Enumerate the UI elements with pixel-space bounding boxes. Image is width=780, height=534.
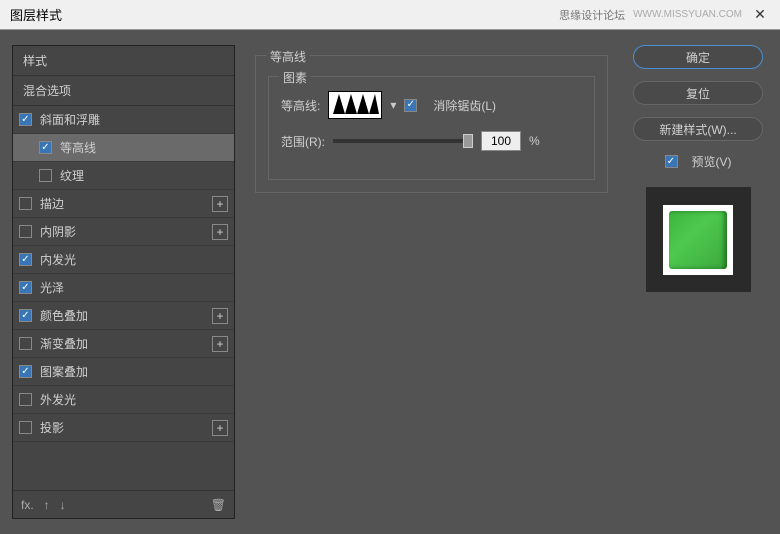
checkbox-icon[interactable] [39, 141, 52, 154]
range-input[interactable] [481, 131, 521, 151]
plus-icon[interactable]: + [212, 420, 228, 436]
item-inner-glow[interactable]: 内发光 [13, 246, 234, 274]
item-label: 图案叠加 [40, 363, 88, 380]
contour-group: 等高线 图素 等高线: ▾ 消除锯齿(L) 范围(R): % [255, 55, 608, 193]
item-label: 内发光 [40, 251, 76, 268]
item-label: 投影 [40, 419, 64, 436]
contour-picker[interactable] [328, 91, 382, 119]
watermark-url: WWW.MISSYUAN.COM [633, 9, 742, 20]
item-label: 描边 [40, 195, 64, 212]
styles-panel: 样式 混合选项 斜面和浮雕 等高线 纹理 描边 + 内阴影 + 内发光 光泽 颜色叠… [12, 45, 235, 519]
fx-label[interactable]: fx. [21, 498, 34, 512]
dropdown-icon[interactable]: ▾ [390, 98, 396, 112]
item-drop-shadow[interactable]: 投影 + [13, 414, 234, 442]
styles-header[interactable]: 样式 [13, 46, 234, 76]
item-texture[interactable]: 纹理 [13, 162, 234, 190]
antialias-label: 消除锯齿(L) [433, 97, 496, 114]
range-slider[interactable] [333, 139, 473, 143]
trash-icon[interactable]: 🗑 [211, 498, 226, 512]
group-title: 等高线 [266, 48, 310, 65]
range-label: 范围(R): [281, 133, 325, 150]
item-inner-shadow[interactable]: 内阴影 + [13, 218, 234, 246]
item-label: 外发光 [40, 391, 76, 408]
panel-footer: fx. ↑ ↓ 🗑 [13, 490, 234, 518]
reset-button[interactable]: 复位 [633, 81, 763, 105]
item-label: 纹理 [60, 167, 84, 184]
item-pattern-overlay[interactable]: 图案叠加 [13, 358, 234, 386]
item-label: 渐变叠加 [40, 335, 88, 352]
watermark-text: 思缘设计论坛 [559, 7, 625, 23]
plus-icon[interactable]: + [212, 308, 228, 324]
blend-options-header[interactable]: 混合选项 [13, 76, 234, 106]
item-label: 颜色叠加 [40, 307, 88, 324]
checkbox-icon[interactable] [19, 113, 32, 126]
checkbox-icon[interactable] [19, 309, 32, 322]
item-color-overlay[interactable]: 颜色叠加 + [13, 302, 234, 330]
style-list: 斜面和浮雕 等高线 纹理 描边 + 内阴影 + 内发光 光泽 颜色叠加 + 渐变叠加 +… [13, 106, 234, 490]
preview-checkbox[interactable] [665, 155, 678, 168]
slider-thumb-icon[interactable] [463, 134, 473, 148]
antialias-checkbox[interactable] [404, 99, 417, 112]
preview-label: 预览(V) [692, 153, 732, 170]
inner-group-title: 图素 [279, 69, 311, 86]
item-outer-glow[interactable]: 外发光 [13, 386, 234, 414]
item-bevel[interactable]: 斜面和浮雕 [13, 106, 234, 134]
checkbox-icon[interactable] [19, 393, 32, 406]
actions-panel: 确定 复位 新建样式(W)... 预览(V) [628, 45, 768, 519]
percent-label: % [529, 134, 540, 148]
checkbox-icon[interactable] [19, 253, 32, 266]
contour-label: 等高线: [281, 97, 320, 114]
close-icon[interactable]: ✕ [750, 5, 770, 25]
checkbox-icon[interactable] [39, 169, 52, 182]
arrow-up-icon[interactable]: ↑ [44, 498, 50, 512]
preview-box [646, 187, 751, 292]
settings-panel: 等高线 图素 等高线: ▾ 消除锯齿(L) 范围(R): % [255, 45, 608, 519]
plus-icon[interactable]: + [212, 224, 228, 240]
item-label: 光泽 [40, 279, 64, 296]
checkbox-icon[interactable] [19, 421, 32, 434]
titlebar: 图层样式 思缘设计论坛 WWW.MISSYUAN.COM ✕ [0, 0, 780, 30]
main-area: 样式 混合选项 斜面和浮雕 等高线 纹理 描边 + 内阴影 + 内发光 光泽 颜色叠… [0, 30, 780, 534]
item-contour[interactable]: 等高线 [13, 134, 234, 162]
checkbox-icon[interactable] [19, 281, 32, 294]
arrow-down-icon[interactable]: ↓ [60, 498, 66, 512]
checkbox-icon[interactable] [19, 365, 32, 378]
ok-button[interactable]: 确定 [633, 45, 763, 69]
item-label: 等高线 [60, 139, 96, 156]
item-gradient-overlay[interactable]: 渐变叠加 + [13, 330, 234, 358]
item-label: 斜面和浮雕 [40, 111, 100, 128]
new-style-button[interactable]: 新建样式(W)... [633, 117, 763, 141]
plus-icon[interactable]: + [212, 196, 228, 212]
elements-group: 图素 等高线: ▾ 消除锯齿(L) 范围(R): % [268, 76, 595, 180]
checkbox-icon[interactable] [19, 337, 32, 350]
checkbox-icon[interactable] [19, 197, 32, 210]
item-satin[interactable]: 光泽 [13, 274, 234, 302]
window-title: 图层样式 [10, 5, 62, 24]
item-stroke[interactable]: 描边 + [13, 190, 234, 218]
plus-icon[interactable]: + [212, 336, 228, 352]
preview-swatch [669, 211, 727, 269]
item-label: 内阴影 [40, 223, 76, 240]
checkbox-icon[interactable] [19, 225, 32, 238]
contour-curve-icon [331, 92, 379, 116]
